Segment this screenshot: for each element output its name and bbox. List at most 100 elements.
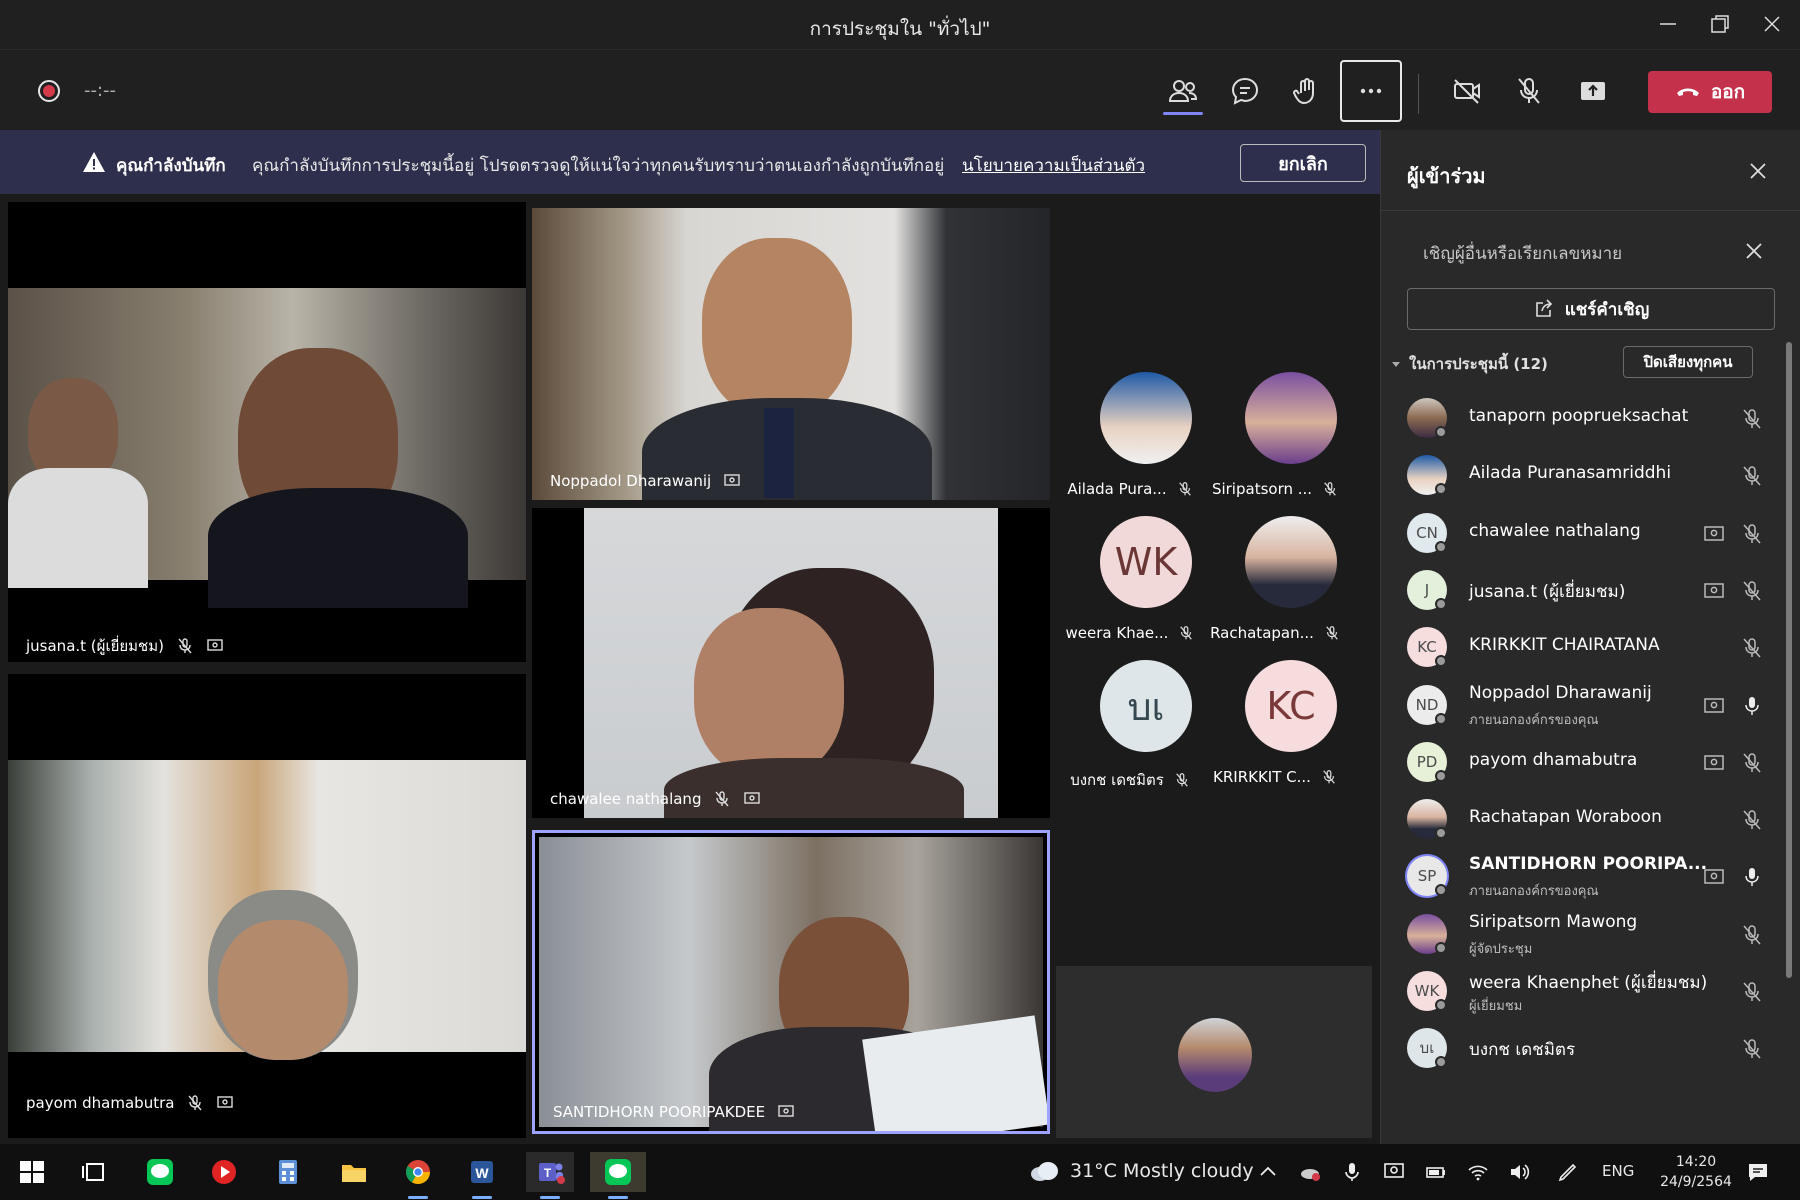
wifi-icon[interactable] <box>1466 1160 1490 1184</box>
teams-button[interactable]: T <box>526 1152 574 1192</box>
people-icon <box>1168 80 1198 102</box>
section-label: ในการประชุมนี้ (12) <box>1409 355 1548 373</box>
pen-icon[interactable] <box>1556 1160 1580 1184</box>
participant-row[interactable]: CN chawalee nathalang <box>1403 507 1773 563</box>
start-button[interactable] <box>12 1152 52 1192</box>
video-tile[interactable]: Noppadol Dharawanij <box>532 208 1050 500</box>
recording-banner: คุณกำลังบันทึก คุณกำลังบันทึกการประชุมนี… <box>0 130 1380 194</box>
tile-name-label: Noppadol Dharawanij <box>550 472 741 490</box>
line-icon <box>147 1159 173 1185</box>
word-button[interactable]: W <box>462 1152 502 1192</box>
line-app-button[interactable] <box>140 1152 180 1192</box>
video-feed <box>532 208 1050 500</box>
participant-avatar-tile[interactable]: KC KRIRKKIT C... <box>1205 660 1345 800</box>
screen-share-icon <box>207 639 223 651</box>
mic-off-icon[interactable] <box>1741 637 1763 659</box>
close-icon[interactable] <box>1760 12 1784 36</box>
presence-status-icon <box>1435 769 1447 782</box>
file-explorer-button[interactable] <box>334 1152 374 1192</box>
mic-on-icon[interactable] <box>1741 695 1763 717</box>
microphone-icon[interactable] <box>1340 1160 1364 1184</box>
mic-off-icon[interactable] <box>1741 809 1763 831</box>
participant-row[interactable]: Jjusana.t (ผู้เยี่ยมชม) <box>1403 564 1773 620</box>
participant-role: ภายนอกองค์กรของคุณ <box>1469 884 1599 900</box>
chat-button[interactable] <box>1214 60 1276 122</box>
mic-off-icon[interactable] <box>1741 1038 1763 1060</box>
participant-row[interactable]: WK weera Khaenphet (ผู้เยี่ยมชม) ผู้เยี่ยม… <box>1403 965 1773 1021</box>
calculator-button[interactable] <box>268 1152 308 1192</box>
participant-avatar-tile[interactable]: Siripatsorn ... <box>1205 372 1345 512</box>
camera-toggle-button[interactable] <box>1436 60 1498 122</box>
screen-icon[interactable] <box>1382 1160 1406 1184</box>
participant-row[interactable]: SP SANTIDHORN POORIPA... ภายนอกองค์กรของคุ… <box>1403 850 1773 906</box>
close-panel-icon[interactable] <box>1747 160 1769 182</box>
restore-icon[interactable] <box>1708 12 1732 36</box>
participant-row[interactable]: tanaporn pooprueksachat <box>1403 392 1773 448</box>
mic-off-icon <box>715 791 730 807</box>
mute-all-button[interactable]: ปิดเสียงทุกคน <box>1623 346 1753 378</box>
cancel-recording-button[interactable]: ยกเลิก <box>1240 144 1366 182</box>
mic-off-icon[interactable] <box>1741 924 1763 946</box>
participant-row[interactable]: Ailada Puranasamriddhi <box>1403 449 1773 505</box>
video-tile-active-speaker[interactable]: SANTIDHORN POORIPAKDEE <box>532 830 1050 1134</box>
share-invite-button[interactable]: แชร์คำเชิญ <box>1407 288 1775 330</box>
tile-name-label: SANTIDHORN POORIPAKDEE <box>553 1103 795 1121</box>
presence-status-icon <box>1435 426 1447 438</box>
volume-icon[interactable] <box>1508 1160 1532 1184</box>
weather-widget[interactable]: 31°C Mostly cloudy <box>1028 1158 1254 1184</box>
reactions-button[interactable] <box>1276 60 1338 122</box>
recording-indicator-icon <box>38 80 60 102</box>
avatar-name: Ailada Pura... <box>1067 480 1167 498</box>
video-feed <box>8 760 526 1060</box>
panel-scrollbar[interactable] <box>1786 342 1792 978</box>
clear-invite-icon[interactable] <box>1743 240 1765 262</box>
participant-row[interactable]: KC KRIRKKIT CHAIRATANA <box>1403 621 1773 677</box>
mic-off-icon[interactable] <box>1741 465 1763 487</box>
mic-off-icon[interactable] <box>1741 523 1763 545</box>
mic-off-icon[interactable] <box>1741 752 1763 774</box>
participant-avatar-tile[interactable]: WK weera Khae... <box>1060 516 1200 656</box>
mic-toggle-button[interactable] <box>1498 60 1560 122</box>
video-feed <box>8 288 526 608</box>
video-tile[interactable]: chawalee nathalang <box>532 508 1050 818</box>
participant-row[interactable]: PD payom dhamabutra <box>1403 736 1773 792</box>
notifications-icon[interactable] <box>1746 1160 1770 1184</box>
participant-row[interactable]: บเ บงกช เดชมิตร <box>1403 1022 1773 1078</box>
mic-off-icon[interactable] <box>1741 580 1763 602</box>
share-screen-button[interactable] <box>1562 60 1624 122</box>
task-view-button[interactable] <box>74 1152 114 1192</box>
cloudy-icon <box>1031 1162 1058 1181</box>
raise-hand-icon <box>1293 78 1314 105</box>
screen-share-icon <box>1704 697 1724 713</box>
more-actions-button[interactable] <box>1340 60 1402 122</box>
participant-avatar-tile[interactable]: Rachatapan... <box>1205 516 1345 656</box>
video-tile[interactable]: payom dhamabutra <box>8 674 526 1138</box>
mic-on-icon[interactable] <box>1741 866 1763 888</box>
leave-button[interactable]: ออก <box>1648 71 1772 113</box>
minimize-icon[interactable] <box>1656 12 1680 36</box>
participant-avatar-tile[interactable]: Ailada Pura... <box>1060 372 1200 512</box>
battery-icon[interactable] <box>1424 1160 1448 1184</box>
invite-search-input[interactable]: เชิญผู้อื่นหรือเรียกเลขหมาย <box>1423 240 1622 267</box>
input-language[interactable]: ENG <box>1602 1162 1634 1180</box>
system-clock[interactable]: 14:20 24/9/2564 <box>1654 1152 1738 1192</box>
camera-off-icon <box>1454 79 1480 104</box>
privacy-policy-link[interactable]: นโยบายความเป็นส่วนตัว <box>962 152 1145 179</box>
media-player-button[interactable] <box>204 1152 244 1192</box>
video-tile[interactable]: jusana.t (ผู้เยี่ยมชม) <box>8 202 526 662</box>
participant-name: Ailada Puranasamriddhi <box>1469 463 1672 484</box>
mic-off-icon[interactable] <box>1741 408 1763 430</box>
in-meeting-section-toggle[interactable]: ในการประชุมนี้ (12) <box>1391 352 1548 376</box>
participant-role: ผู้จัดประชุม <box>1469 941 1533 957</box>
line-window-button[interactable] <box>590 1152 646 1192</box>
self-view-tile[interactable] <box>1056 966 1372 1138</box>
participant-row[interactable]: ND Noppadol Dharawanij ภายนอกองค์กรของคุณ <box>1403 679 1773 735</box>
screen-share-icon <box>1704 525 1724 541</box>
participant-row[interactable]: Rachatapan Woraboon <box>1403 793 1773 849</box>
onedrive-icon[interactable] <box>1298 1160 1322 1184</box>
participant-row[interactable]: Siripatsorn Mawong ผู้จัดประชุม <box>1403 908 1773 964</box>
mic-off-icon[interactable] <box>1741 981 1763 1003</box>
participant-avatar-tile[interactable]: บเ บงกช เดชมิตร <box>1060 660 1200 800</box>
chevron-up-icon[interactable] <box>1256 1160 1280 1184</box>
chrome-button[interactable] <box>398 1152 438 1192</box>
